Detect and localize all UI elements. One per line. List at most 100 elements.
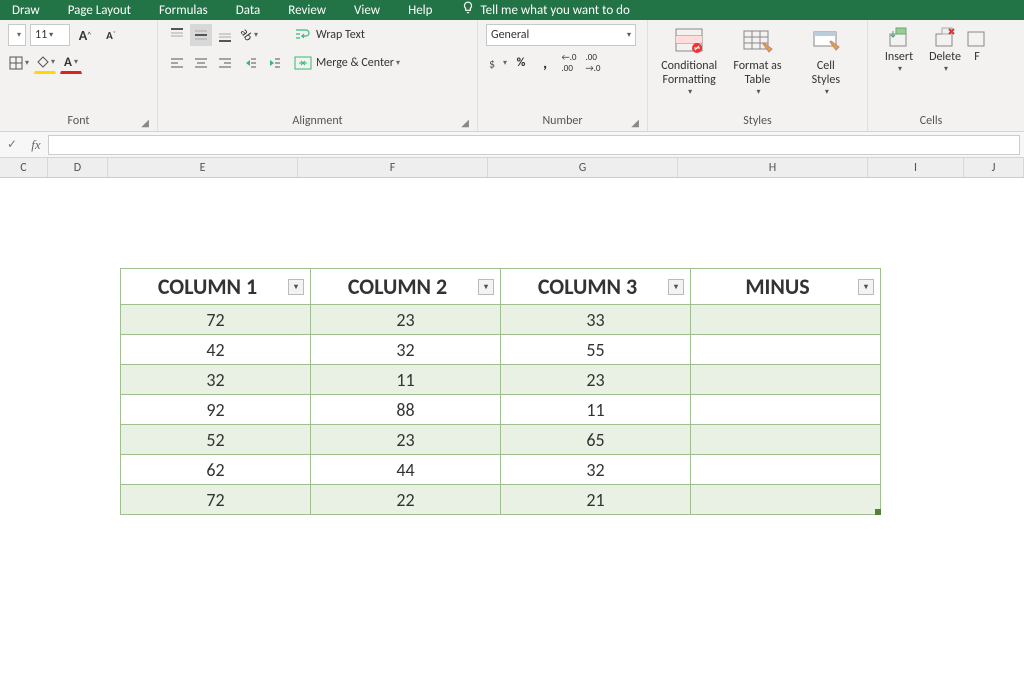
alignment-dialog-launcher[interactable]: ◢ xyxy=(461,116,469,129)
shrink-font-button[interactable]: Aˇ xyxy=(100,24,122,46)
orientation-button[interactable]: ab xyxy=(238,24,260,46)
table-cell[interactable] xyxy=(691,425,881,455)
decrease-decimal-button[interactable]: .00→.0 xyxy=(582,52,604,74)
table-cell[interactable] xyxy=(691,305,881,335)
table-cell[interactable]: 44 xyxy=(311,455,501,485)
table-cell[interactable]: 62 xyxy=(121,455,311,485)
table-cell[interactable] xyxy=(691,365,881,395)
table-row: 522365 xyxy=(121,425,881,455)
column-header-F[interactable]: F xyxy=(298,158,488,177)
increase-indent-button[interactable] xyxy=(262,52,284,74)
table-cell[interactable]: 23 xyxy=(311,305,501,335)
column-header-I[interactable]: I xyxy=(868,158,964,177)
table-resize-handle[interactable] xyxy=(875,509,881,515)
column-header-H[interactable]: H xyxy=(678,158,868,177)
filter-dropdown-icon[interactable]: ▾ xyxy=(668,279,684,295)
table-cell[interactable] xyxy=(691,395,881,425)
align-left-button[interactable] xyxy=(166,52,188,74)
table-cell[interactable] xyxy=(691,455,881,485)
table-cell[interactable]: 23 xyxy=(501,365,691,395)
decrease-indent-button[interactable] xyxy=(238,52,260,74)
format-as-table-label: Format as Table xyxy=(733,60,781,88)
menu-formulas[interactable]: Formulas xyxy=(159,3,208,18)
align-center-button[interactable] xyxy=(190,52,212,74)
fx-label[interactable]: fx xyxy=(24,137,48,153)
merge-icon xyxy=(294,55,312,71)
insert-button[interactable]: Insert▾ xyxy=(876,24,922,74)
table-cell[interactable]: 52 xyxy=(121,425,311,455)
worksheet-area[interactable]: COLUMN 1▾COLUMN 2▾COLUMN 3▾MINUS▾ 722333… xyxy=(0,178,1024,694)
menu-help[interactable]: Help xyxy=(408,3,432,18)
table-cell[interactable]: 72 xyxy=(121,485,311,515)
group-font: 11▾ A^ Aˇ A Font◢ xyxy=(0,20,158,131)
table-header[interactable]: COLUMN 3▾ xyxy=(501,269,691,305)
format-button-partial[interactable]: F xyxy=(968,24,986,64)
font-color-button[interactable]: A xyxy=(60,52,82,74)
wrap-text-button[interactable]: Wrap Text xyxy=(290,24,440,46)
menu-page-layout[interactable]: Page Layout xyxy=(68,3,131,18)
cell-styles-button[interactable]: Cell Styles▾ xyxy=(793,24,859,97)
table-cell[interactable]: 55 xyxy=(501,335,691,365)
table-cell[interactable]: 32 xyxy=(121,365,311,395)
filter-dropdown-icon[interactable]: ▾ xyxy=(288,279,304,295)
filter-dropdown-icon[interactable]: ▾ xyxy=(478,279,494,295)
table-cell[interactable]: 92 xyxy=(121,395,311,425)
grow-font-button[interactable]: A^ xyxy=(74,24,96,46)
table-header[interactable]: COLUMN 2▾ xyxy=(311,269,501,305)
menu-review[interactable]: Review xyxy=(288,3,326,18)
font-size-combo[interactable]: 11▾ xyxy=(30,24,70,46)
formula-cancel-button[interactable]: ✓ xyxy=(0,137,24,152)
formula-bar-input[interactable] xyxy=(48,135,1020,155)
percent-button[interactable]: % xyxy=(510,52,532,74)
table-cell[interactable]: 11 xyxy=(311,365,501,395)
align-top-button[interactable] xyxy=(166,24,188,46)
table-cell[interactable] xyxy=(691,485,881,515)
fill-color-button[interactable] xyxy=(34,52,56,74)
comma-style-button[interactable]: , xyxy=(534,52,556,74)
align-bottom-button[interactable] xyxy=(214,24,236,46)
table-cell[interactable]: 65 xyxy=(501,425,691,455)
table-cell[interactable]: 33 xyxy=(501,305,691,335)
menu-view[interactable]: View xyxy=(354,3,380,18)
table-cell[interactable]: 23 xyxy=(311,425,501,455)
bucket-icon xyxy=(35,56,49,68)
increase-decimal-button[interactable]: ←.0.00 xyxy=(558,52,580,74)
column-header-G[interactable]: G xyxy=(488,158,678,177)
accounting-format-button[interactable]: $ xyxy=(486,52,508,74)
table-cell[interactable]: 72 xyxy=(121,305,311,335)
table-cell[interactable]: 32 xyxy=(501,455,691,485)
table-header[interactable]: MINUS▾ xyxy=(691,269,881,305)
menu-data[interactable]: Data xyxy=(236,3,261,18)
delete-button[interactable]: Delete▾ xyxy=(922,24,968,74)
menu-draw[interactable]: Draw xyxy=(12,3,40,18)
align-right-button[interactable] xyxy=(214,52,236,74)
column-header-D[interactable]: D xyxy=(48,158,108,177)
number-dialog-launcher[interactable]: ◢ xyxy=(631,116,639,129)
table-row: 321123 xyxy=(121,365,881,395)
align-middle-button[interactable] xyxy=(190,24,212,46)
column-header-J[interactable]: J xyxy=(964,158,1024,177)
table-cell[interactable] xyxy=(691,335,881,365)
tell-me-search[interactable]: Tell me what you want to do xyxy=(481,3,630,18)
font-family-dropdown[interactable] xyxy=(8,24,26,46)
insert-cells-icon xyxy=(887,26,911,50)
borders-button[interactable] xyxy=(8,52,30,74)
group-label-number: Number xyxy=(542,114,582,128)
table-cell[interactable]: 42 xyxy=(121,335,311,365)
column-header-C[interactable]: C xyxy=(0,158,48,177)
conditional-formatting-button[interactable]: Conditional Formatting▾ xyxy=(656,24,722,97)
column-header-E[interactable]: E xyxy=(108,158,298,177)
font-dialog-launcher[interactable]: ◢ xyxy=(141,116,149,129)
table-cell[interactable]: 88 xyxy=(311,395,501,425)
merge-center-button[interactable]: Merge & Center xyxy=(290,52,440,74)
table-cell[interactable]: 32 xyxy=(311,335,501,365)
insert-label: Insert xyxy=(885,50,913,64)
format-as-table-button[interactable]: Format as Table▾ xyxy=(724,24,790,97)
table-header[interactable]: COLUMN 1▾ xyxy=(121,269,311,305)
table-cell[interactable]: 22 xyxy=(311,485,501,515)
table-cell[interactable]: 11 xyxy=(501,395,691,425)
filter-dropdown-icon[interactable]: ▾ xyxy=(858,279,874,295)
table-cell[interactable]: 21 xyxy=(501,485,691,515)
conditional-formatting-label: Conditional Formatting xyxy=(661,60,717,88)
number-format-combo[interactable]: General▾ xyxy=(486,24,636,46)
